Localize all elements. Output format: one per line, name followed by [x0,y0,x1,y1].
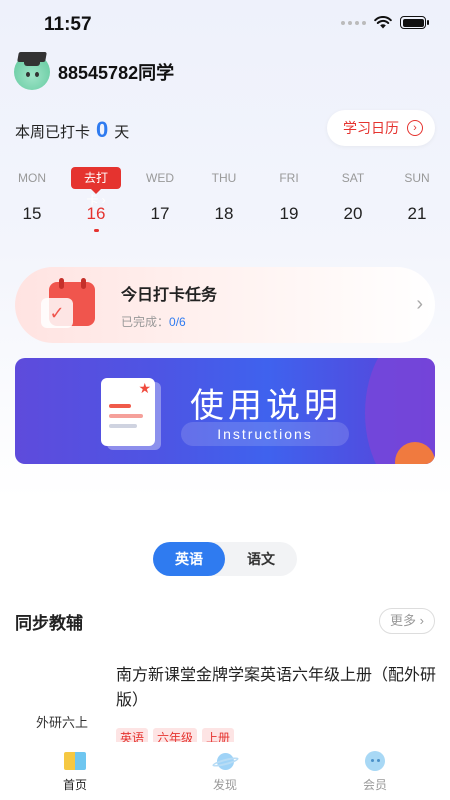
week-checkin-prefix: 本周已打卡 [15,124,91,141]
day-name: FRI [279,171,299,185]
day-date: 17 [150,204,170,223]
status-icons [341,16,429,29]
home-book-icon [64,750,86,772]
book-title: 南方新课堂金牌学案英语六年级上册（配外研版） [116,667,437,709]
instructions-banner[interactable]: ★ 使用说明 Instructions [15,358,435,464]
book-cover-label: 外研六上 [36,715,89,730]
tab-member-label: 会员 [362,778,387,792]
day-name: WED [146,171,174,185]
day-sat[interactable]: SAT 20 [328,164,378,224]
study-calendar-label: 学习日历 [343,120,399,136]
banner-subtitle: Instructions [181,422,349,446]
battery-icon [400,16,429,29]
day-mon[interactable]: MON 15 [7,164,57,224]
tab-chinese[interactable]: 语文 [225,542,297,576]
week-checkin-summary: 本周已打卡 0 天 [15,117,129,143]
tab-home[interactable]: 首页 [0,742,150,800]
subject-tabs: 英语 语文 [153,542,297,576]
week-checkin-suffix: 天 [114,124,130,141]
day-sun[interactable]: SUN 21 [392,164,442,224]
day-name: SAT [341,171,365,185]
tab-home-label: 首页 [62,778,87,792]
document-icon: ★ [101,378,155,446]
task-status: 已完成：0/6 [121,313,217,330]
chevron-right-icon: › [416,293,423,315]
tab-discover-label: 发现 [212,778,237,792]
today-indicator [93,229,99,232]
task-progress: 0/6 [169,314,186,329]
arrow-circle-right-icon: › [407,120,423,136]
section-title: 同步教辅 [15,614,83,633]
user-profile[interactable]: 88545782同学 [14,52,175,90]
signal-icon [341,20,366,25]
calendar-check-icon: ✓ [41,278,101,332]
day-name: THU [211,171,237,185]
tab-english[interactable]: 英语 [153,542,225,576]
day-date: 15 [22,204,42,223]
tab-discover[interactable]: 发现 [150,742,300,800]
tab-member[interactable]: 会员 [300,742,450,800]
day-date: 21 [407,204,427,223]
day-date: 18 [214,204,234,223]
day-today[interactable]: 去打卡 › 16 [71,164,121,232]
day-fri[interactable]: FRI 19 [264,164,314,224]
username: 88545782同学 [58,63,175,83]
week-checkin-count: 0 [96,117,109,142]
avatar[interactable] [14,52,50,90]
planet-icon [211,750,240,772]
day-name: MON [18,171,46,185]
task-title: 今日打卡任务 [121,286,218,304]
more-button[interactable]: 更多 › [379,608,435,634]
status-bar: 11:57 [0,0,450,50]
day-name: SUN [404,171,430,185]
bottom-tab-bar: 首页 发现 会员 [0,742,450,800]
wifi-icon [374,16,392,29]
daily-task-card[interactable]: ✓ 今日打卡任务 已完成：0/6 › [15,267,435,343]
day-date: 20 [343,204,363,223]
member-face-icon [364,750,386,772]
status-time: 11:57 [44,14,92,35]
task-status-label: 已完成： [121,314,170,329]
week-strip: MON 15 去打卡 › 16 WED 17 THU 18 FRI 19 SAT… [0,164,450,244]
day-thu[interactable]: THU 18 [199,164,249,224]
banner-title: 使用说明 [190,387,342,425]
study-calendar-button[interactable]: 学习日历 › [327,110,435,146]
checkin-tag[interactable]: 去打卡 › [71,167,121,207]
day-wed[interactable]: WED 17 [135,164,185,224]
day-date: 19 [279,204,299,223]
